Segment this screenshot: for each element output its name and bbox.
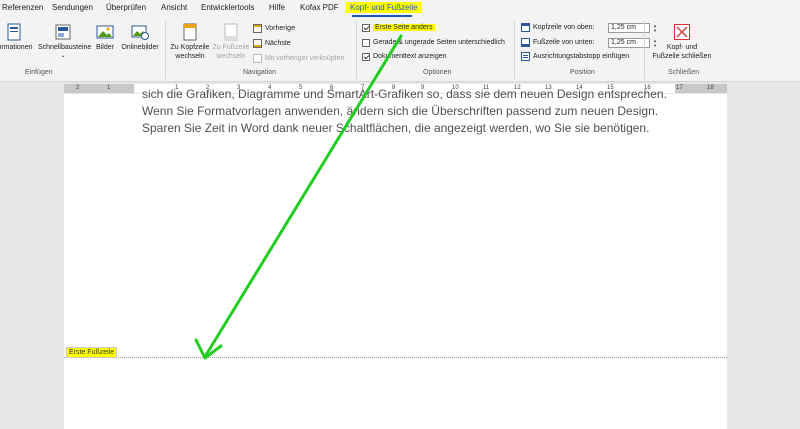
zu-fusszeile-label-2: wechseln [216,53,246,60]
naechste-button[interactable]: Nächste [253,38,291,49]
footer-boundary-line [64,357,727,358]
ribbon: formationen Schnellbausteine ⌄ Bilder On… [0,17,800,82]
tab-kopf-und-fusszeile[interactable]: Kopf- und Fußzeile [346,2,422,13]
bilder-label: Bilder [96,44,114,51]
kopf-und-fusszeile-schliessen-button[interactable]: Kopf- und Fußzeile schließen [650,23,714,61]
checkbox-checked-icon [362,52,370,61]
onlinebilder-label: Onlinebilder [121,44,159,51]
link-icon [253,54,262,63]
ruler-tick-label: 17 [676,85,683,91]
document-page[interactable]: sich die Grafiken, Diagramme und SmartAr… [64,87,727,429]
navigation-group-label: Navigation [243,69,277,76]
tab-ueberpruefen[interactable]: Überprüfen [106,3,146,12]
ruler-tick-label: 2 [76,85,80,91]
next-icon [253,39,262,48]
einfuegen-group-label: Einfügen [25,69,53,76]
document-body-text[interactable]: sich die Grafiken, Diagramme und SmartAr… [142,87,667,137]
tab-referenzen[interactable]: Referenzen [2,3,43,12]
bilder-button[interactable]: Bilder [94,23,116,52]
gerade-ungerade-checkbox[interactable]: Gerade & ungerade Seiten unterschiedlich [362,37,505,48]
fusszeile-von-unten-row: Fußzeile von unten: 1,25 cm ▲ ▼ [521,37,657,48]
schliessen-label: Kopf- und [666,44,698,51]
ausrichtungstabstopp-label: Ausrichtungstabstopp einfügen [533,53,630,60]
onlinebilder-button[interactable]: Onlinebilder [120,23,160,52]
tab-kofax-pdf[interactable]: Kofax PDF [300,3,339,12]
erste-seite-anders-checkbox[interactable]: Erste Seite anders [362,22,435,33]
tab-ansicht[interactable]: Ansicht [161,3,187,12]
picture-icon [96,25,114,39]
schliessen-group-label: Schließen [668,69,700,76]
close-icon [674,24,690,40]
zu-kopfzeile-label: Zu Kopfzeile [170,44,210,51]
go-to-header-icon [183,23,197,41]
footer-section-tag: Erste Fußzeile [66,347,118,358]
checkbox-unchecked-icon [362,38,370,47]
erste-seite-anders-label: Erste Seite anders [373,24,435,31]
group-divider [165,21,166,79]
previous-icon [253,24,262,33]
zu-fusszeile-label: Zu Fußzeile [212,44,250,51]
ribbon-tab-bar: Referenzen Sendungen Überprüfen Ansicht … [0,0,800,17]
ruler-tick-label: 18 [707,85,714,91]
schliessen-label-2: Fußzeile schließen [652,53,712,60]
zu-kopfzeile-wechseln-button[interactable]: Zu Kopfzeile wechseln [170,23,210,61]
dokumentinformationen-label: formationen [0,44,33,51]
align-tab-icon [521,52,530,61]
gerade-ungerade-label: Gerade & ungerade Seiten unterschiedlich [373,39,505,46]
ruler-left-margin [64,84,134,93]
tab-sendungen[interactable]: Sendungen [52,3,93,12]
optionen-group-label: Optionen [423,69,452,76]
vorherige-button[interactable]: Vorherige [253,23,295,34]
zu-kopfzeile-label-2: wechseln [175,53,205,60]
naechste-label: Nächste [265,40,291,47]
dokumenttext-anzeigen-label: Dokumenttext anzeigen [373,53,447,60]
schnellbausteine-button[interactable]: Schnellbausteine ⌄ [38,23,92,61]
go-to-footer-icon [224,23,238,41]
dokumenttext-anzeigen-checkbox[interactable]: Dokumenttext anzeigen [362,51,447,62]
tab-entwicklertools[interactable]: Entwicklertools [201,3,254,12]
group-divider [356,21,357,79]
checkbox-checked-icon [362,23,370,32]
ausrichtungstabstopp-button[interactable]: Ausrichtungstabstopp einfügen [521,51,629,62]
ruler-tick-label: 1 [107,85,111,91]
zu-fusszeile-wechseln-button[interactable]: Zu Fußzeile wechseln [212,23,250,61]
group-divider [514,21,515,79]
quick-parts-icon [55,24,71,40]
tab-hilfe[interactable]: Hilfe [269,3,285,12]
body-text-line: Wenn Sie Formatvorlagen anwenden, ändern… [142,104,659,118]
body-text-line: sich die Grafiken, Diagramme und SmartAr… [142,87,667,101]
body-text-line: Sparen Sie Zeit in Word dank neuer Schal… [142,121,650,135]
group-divider [644,21,645,79]
fusszeile-von-unten-label: Fußzeile von unten: [533,39,595,46]
online-picture-icon [131,25,149,40]
mit-vorheriger-verknuepfen-button[interactable]: Mit vorheriger verknüpfen [253,53,344,64]
document-info-icon [7,23,21,41]
vorherige-label: Vorherige [265,25,295,32]
header-position-icon [521,23,530,32]
kopfzeile-von-oben-label: Kopfzeile von oben: [533,24,595,31]
footer-position-icon [521,38,530,47]
dokumentinformationen-button[interactable]: formationen [0,23,34,52]
kopfzeile-von-oben-row: Kopfzeile von oben: 1,25 cm ▲ ▼ [521,22,657,33]
position-group-label: Position [570,69,595,76]
schnellbausteine-label: Schnellbausteine [38,44,92,51]
mit-vorheriger-label: Mit vorheriger verknüpfen [265,55,345,62]
vertical-scrollbar[interactable] [792,84,800,429]
chevron-down-icon: ⌄ [60,53,66,59]
